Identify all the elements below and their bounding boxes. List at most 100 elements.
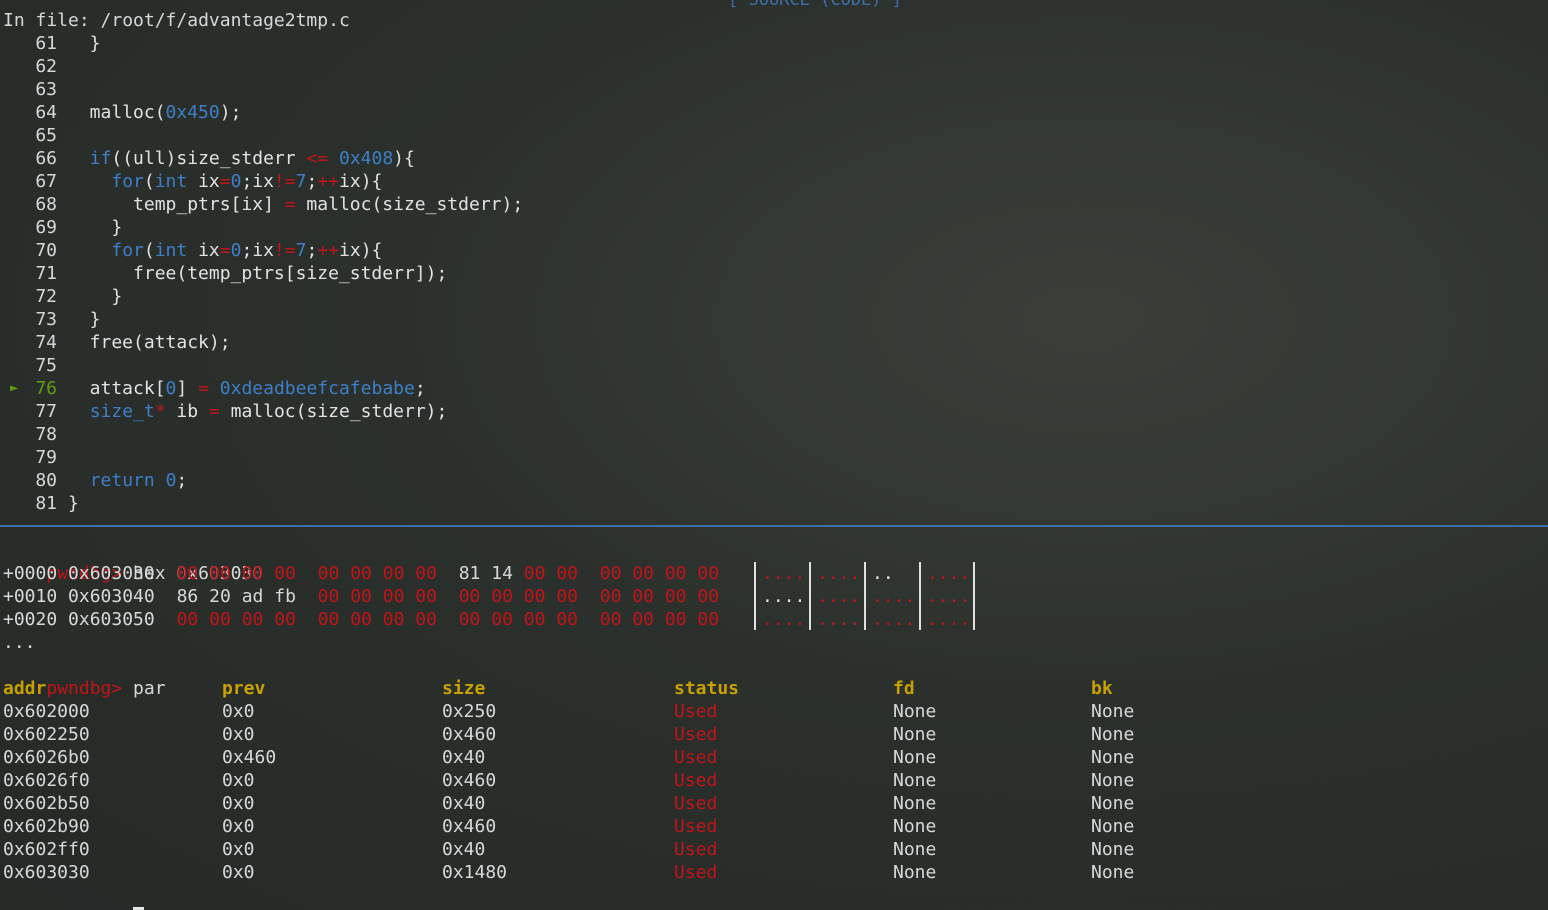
line-number: 63 xyxy=(35,79,57,100)
code-token: ){ xyxy=(393,148,415,169)
code-token: = xyxy=(219,240,231,261)
table-cell-bk: None xyxy=(1091,724,1135,745)
table-cell-size: 0x460 xyxy=(442,770,497,791)
hex-byte: 00 xyxy=(317,609,340,630)
table-cell-size: 0x40 xyxy=(442,747,486,768)
hex-byte: 00 xyxy=(523,609,546,630)
code-token: malloc(size_stderr); xyxy=(219,401,448,422)
table-cell-addr: 0x603030 xyxy=(3,862,90,883)
line-number: 77 xyxy=(35,401,57,422)
hex-byte: 00 xyxy=(176,563,199,584)
table-cell-prev: 0x0 xyxy=(222,724,255,745)
code-token: } xyxy=(68,493,79,514)
line-number: 79 xyxy=(35,447,57,468)
hex-byte: 00 xyxy=(382,609,405,630)
code-token: ; xyxy=(306,171,318,192)
table-cell-prev: 0x0 xyxy=(222,862,255,883)
table-cell-fd: None xyxy=(893,747,937,768)
code-text: for(int ix=0;ix!=7;++ix){ xyxy=(68,239,382,262)
code-token: return xyxy=(89,470,155,491)
par-command-line: pwndbg> par xyxy=(3,654,165,699)
line-number: 76 xyxy=(35,378,57,399)
code-token: = xyxy=(208,401,220,422)
panel-divider xyxy=(0,525,1548,527)
hex-byte: 00 xyxy=(491,586,513,607)
hex-byte: 00 xyxy=(556,609,579,630)
code-token: ] xyxy=(176,378,199,399)
line-number: 64 xyxy=(35,102,57,123)
code-text: } xyxy=(68,216,122,239)
code-token: ix xyxy=(187,171,220,192)
hex-ascii: .... xyxy=(927,586,971,607)
hex-offset: +0000 0x603030 xyxy=(3,563,155,584)
hex-byte: 00 xyxy=(415,586,437,607)
code-token: 0 xyxy=(230,171,242,192)
table-cell-fd: None xyxy=(893,701,937,722)
hex-byte: 00 xyxy=(274,563,296,584)
hex-byte: 00 xyxy=(317,563,340,584)
line-number: 75 xyxy=(35,355,57,376)
table-cell-status: Used xyxy=(674,816,718,837)
ascii-column-separator xyxy=(864,562,866,630)
line-number: 74 xyxy=(35,332,57,353)
hex-byte: 00 xyxy=(523,586,546,607)
par-command: par xyxy=(122,678,166,699)
table-cell-prev: 0x0 xyxy=(222,816,255,837)
code-token: 0 xyxy=(165,378,177,399)
hex-byte: 20 xyxy=(209,586,231,607)
hex-ascii: .... xyxy=(872,586,916,607)
table-cell-fd: None xyxy=(893,770,937,791)
line-number: 81 xyxy=(35,493,57,514)
hex-byte: 00 xyxy=(382,586,405,607)
code-token: ++ xyxy=(317,171,340,192)
code-token: } xyxy=(68,217,123,238)
table-cell-bk: None xyxy=(1091,839,1135,860)
hex-byte: 00 xyxy=(599,563,622,584)
hex-byte: 00 xyxy=(209,563,231,584)
code-token: 0xdeadbeefcafebabe xyxy=(219,378,415,399)
column-header-fd: fd xyxy=(893,678,915,699)
table-cell-status: Used xyxy=(674,793,718,814)
hex-byte: 00 xyxy=(241,609,264,630)
code-text: temp_ptrs[ix] = malloc(size_stderr); xyxy=(68,193,523,216)
line-number: 80 xyxy=(35,470,57,491)
code-token: ++ xyxy=(317,240,340,261)
hex-byte: fb xyxy=(274,586,296,607)
hex-byte: 00 xyxy=(458,609,481,630)
hex-ascii: .... xyxy=(762,563,806,584)
table-cell-prev: 0x0 xyxy=(222,839,255,860)
code-token: = xyxy=(284,194,296,215)
table-cell-bk: None xyxy=(1091,747,1135,768)
ascii-column-separator xyxy=(973,562,975,630)
input-prompt-line[interactable]: pwndbg> xyxy=(3,884,145,910)
line-number: 73 xyxy=(35,309,57,330)
hex-ellipsis: ... xyxy=(3,632,36,653)
column-header-addr: addr xyxy=(3,678,47,699)
hex-command-line: pwndbg> hex 0x603030 xyxy=(3,539,263,584)
table-cell-addr: 0x602b50 xyxy=(3,793,90,814)
code-token: ; xyxy=(176,470,188,491)
hex-ascii: .... xyxy=(872,609,916,630)
hex-byte: 00 xyxy=(458,586,481,607)
terminal-window[interactable]: [ SOURCE (CODE) ] In file: /root/f/advan… xyxy=(0,0,1548,910)
hex-byte: 00 xyxy=(241,563,264,584)
line-number: 72 xyxy=(35,286,57,307)
table-cell-status: Used xyxy=(674,862,718,883)
code-token: malloc( xyxy=(68,102,166,123)
table-cell-status: Used xyxy=(674,839,718,860)
code-token: } xyxy=(68,286,123,307)
hex-byte: 00 xyxy=(599,586,622,607)
prompt-label: pwndbg> xyxy=(46,678,123,699)
ascii-column-separator xyxy=(754,562,756,630)
code-token: != xyxy=(273,171,296,192)
code-token: ((ull)size_stderr xyxy=(111,148,307,169)
hex-offset: +0010 0x603040 xyxy=(3,586,155,607)
table-cell-addr: 0x6026f0 xyxy=(3,770,90,791)
code-token: ix xyxy=(187,240,220,261)
table-cell-addr: 0x602250 xyxy=(3,724,90,745)
source-panel-title: [ SOURCE (CODE) ] xyxy=(728,0,902,10)
